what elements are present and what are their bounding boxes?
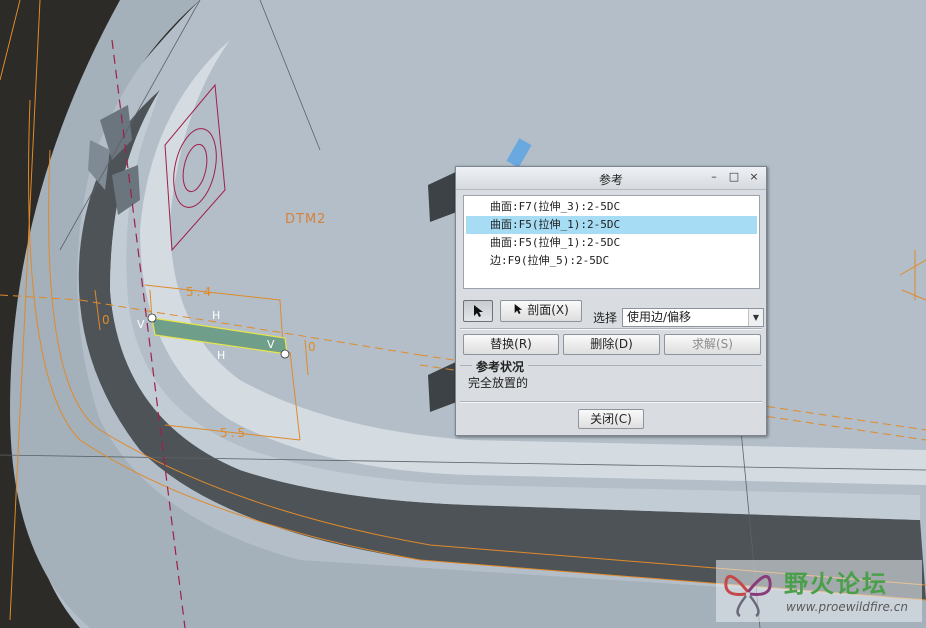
- dimension-upper: 5.4: [186, 285, 215, 299]
- reference-item[interactable]: 边:F9(拉伸_5):2-5DC: [466, 252, 757, 270]
- solve-button[interactable]: 求解(S): [664, 334, 761, 355]
- constraint-v-right: V: [267, 338, 275, 351]
- select-pointer-button[interactable]: [463, 300, 493, 322]
- reference-item[interactable]: 曲面:F5(拉伸_1):2-5DC: [466, 234, 757, 252]
- close-icon[interactable]: ×: [747, 170, 761, 184]
- pointer-icon: [474, 305, 483, 317]
- dimension-left: 0: [102, 313, 110, 327]
- pointer-icon: [514, 304, 523, 314]
- status-text: 完全放置的: [468, 376, 529, 390]
- select-label: 选择: [593, 311, 618, 325]
- datum-label: DTM2: [285, 212, 327, 227]
- status-group-title: 参考状况: [472, 358, 529, 375]
- constraint-h-bottom: H: [217, 349, 226, 362]
- xsec-button[interactable]: 剖面(X): [500, 300, 582, 322]
- status-group: 参考状况 完全放置的: [460, 358, 762, 398]
- dialog-titlebar[interactable]: 参考 – □ ×: [456, 167, 766, 190]
- reference-item-selected[interactable]: 曲面:F5(拉伸_1):2-5DC: [466, 216, 757, 234]
- minimize-icon[interactable]: –: [707, 170, 721, 184]
- select-mode-dropdown[interactable]: 使用边/偏移 ▼: [622, 308, 764, 327]
- close-button[interactable]: 关闭(C): [578, 409, 644, 429]
- select-mode-value: 使用边/偏移: [627, 310, 692, 324]
- constraint-v-left: V: [137, 318, 145, 331]
- dimension-right: 0: [308, 340, 316, 354]
- references-list[interactable]: 曲面:F7(拉伸_3):2-5DC 曲面:F5(拉伸_1):2-5DC 曲面:F…: [463, 195, 760, 289]
- reference-item[interactable]: 曲面:F7(拉伸_3):2-5DC: [466, 198, 757, 216]
- references-dialog: 参考 – □ × 曲面:F7(拉伸_3):2-5DC 曲面:F5(拉伸_1):2…: [455, 166, 767, 436]
- watermark-url: www.proewildfire.cn: [786, 600, 908, 614]
- dimension-lower: 5.5: [220, 426, 249, 440]
- xsec-button-label: 剖面(X): [527, 303, 569, 317]
- delete-button[interactable]: 删除(D): [563, 334, 660, 355]
- watermark: 野火论坛 www.proewildfire.cn: [716, 560, 922, 622]
- forum-logo-icon: [724, 574, 772, 618]
- replace-button[interactable]: 替换(R): [463, 334, 559, 355]
- constraint-h-top: H: [212, 309, 221, 322]
- maximize-icon[interactable]: □: [727, 170, 741, 184]
- divider: [460, 401, 762, 403]
- divider: [460, 328, 762, 330]
- watermark-title: 野火论坛: [784, 570, 888, 598]
- chevron-down-icon[interactable]: ▼: [748, 309, 763, 326]
